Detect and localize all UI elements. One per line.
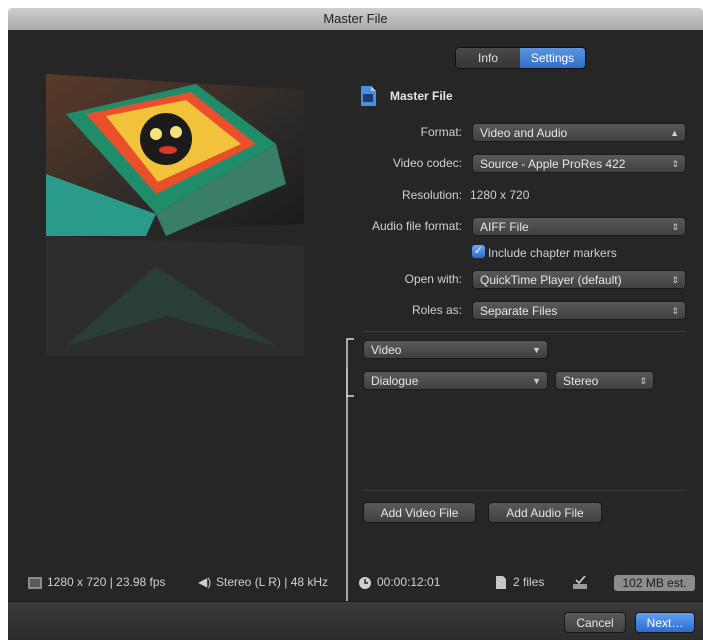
destination-title: Master File (390, 89, 453, 103)
updown-arrows-icon: ⇕ (639, 376, 647, 386)
tab-control: Info Settings (455, 47, 586, 69)
speaker-icon: ◀) (198, 575, 212, 589)
section-divider (363, 490, 686, 491)
add-video-file-button[interactable]: Add Video File (363, 502, 476, 523)
movie-file-icon (361, 86, 376, 106)
audio-format-value: AIFF File (480, 220, 529, 234)
video-codec-label: Video codec: (392, 156, 462, 170)
updown-arrows-icon: ⇕ (671, 275, 679, 285)
open-with-label: Open with: (404, 272, 462, 286)
video-icon (28, 577, 42, 589)
audio-role-value: Dialogue (371, 374, 419, 388)
format-value: Video and Audio (480, 126, 568, 140)
open-with-value: QuickTime Player (default) (480, 273, 622, 287)
updown-arrows-icon: ▲ (670, 128, 679, 138)
preview-thumbnail (46, 74, 304, 236)
disk-check-icon (573, 576, 587, 589)
audio-format-popup[interactable]: AIFF File ⇕ (472, 217, 686, 236)
roles-as-popup[interactable]: Separate Files ⇕ (472, 301, 686, 320)
next-button[interactable]: Next… (635, 612, 695, 633)
audio-format-label: Audio file format: (371, 219, 462, 233)
tab-settings[interactable]: Settings (520, 48, 585, 68)
video-status: 1280 x 720 | 23.98 fps (47, 575, 166, 589)
audio-channels-popup[interactable]: Stereo ⇕ (555, 371, 654, 390)
chevron-down-icon: ▼ (532, 345, 541, 355)
chapter-markers-label: Include chapter markers (488, 246, 617, 260)
audio-role-popup[interactable]: Dialogue ▼ (363, 371, 548, 390)
format-label: Format: (420, 125, 462, 139)
roles-as-label: Roles as: (411, 303, 462, 317)
preview-reflection (46, 236, 304, 356)
resolution-label: Resolution: (401, 188, 462, 202)
resolution-value: 1280 x 720 (470, 188, 530, 202)
window-title: Master File (323, 11, 388, 26)
roles-as-value: Separate Files (480, 304, 558, 318)
audio-status: Stereo (L R) | 48 kHz (216, 575, 329, 589)
video-codec-value: Source - Apple ProRes 422 (480, 157, 626, 171)
file-icon (496, 576, 506, 589)
callout-bracket (346, 338, 354, 638)
size-estimate-badge: 102 MB est. (614, 575, 695, 591)
updown-arrows-icon: ⇕ (671, 306, 679, 316)
tab-info[interactable]: Info (456, 48, 520, 68)
format-popup[interactable]: Video and Audio ▲ (472, 123, 686, 142)
chapter-markers-checkbox[interactable]: ✓ (472, 245, 485, 258)
chevron-down-icon: ▼ (532, 376, 541, 386)
updown-arrows-icon: ⇕ (671, 159, 679, 169)
clock-icon (359, 577, 371, 589)
open-with-popup[interactable]: QuickTime Player (default) ⇕ (472, 270, 686, 289)
add-audio-file-button[interactable]: Add Audio File (488, 502, 602, 523)
updown-arrows-icon: ⇕ (671, 222, 679, 232)
audio-channels-value: Stereo (563, 374, 599, 388)
cancel-button[interactable]: Cancel (564, 612, 626, 633)
video-codec-popup[interactable]: Source - Apple ProRes 422 ⇕ (472, 154, 686, 173)
video-role-popup[interactable]: Video ▼ (363, 340, 548, 359)
video-role-value: Video (371, 343, 402, 357)
files-count: 2 files (513, 575, 545, 589)
section-divider (363, 331, 686, 332)
window-title-bar: Master File (8, 8, 703, 30)
duration-status: 00:00:12:01 (377, 575, 441, 589)
